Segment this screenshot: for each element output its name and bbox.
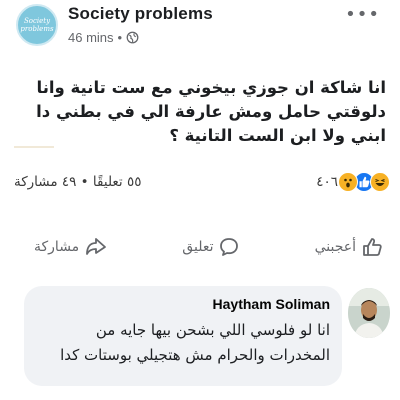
globe-icon — [126, 31, 139, 44]
share-icon — [86, 238, 107, 255]
comment-label: تعليق — [182, 239, 214, 255]
post-text: انا شاكة ان جوزي بيخوني مع ست تانية وانا… — [36, 78, 386, 145]
comment-icon — [220, 238, 239, 256]
commenter-avatar[interactable] — [348, 288, 390, 338]
page-name-link[interactable]: Society problems — [68, 4, 213, 24]
comment-button[interactable]: تعليق — [182, 237, 239, 257]
post-meta: 46 mins • — [68, 30, 139, 45]
reactions-summary[interactable]: ٤٠٦ — [316, 172, 390, 192]
share-label: مشاركة — [34, 239, 80, 255]
reaction-count[interactable]: ٤٠٦ — [316, 174, 338, 190]
comment-text: انا لو فلوسي اللي بشحن بيها جايه من المخ… — [60, 321, 330, 364]
thumbs-up-icon — [363, 238, 382, 256]
avatar-text-line2: problems — [20, 25, 54, 33]
like-button[interactable]: أعجبني — [315, 237, 384, 257]
stats-row: ٥٥ تعليقًا • ٤٩ مشاركة ٤٠٦ — [14, 172, 390, 198]
commenter-name[interactable]: Haytham Soliman — [213, 296, 330, 312]
divider-faint — [14, 146, 54, 148]
haha-icon — [370, 172, 390, 192]
share-button[interactable]: مشاركة — [34, 237, 107, 257]
post-header: Society problems Society problems 46 min… — [6, 2, 394, 58]
page-avatar[interactable]: Society problems — [16, 4, 58, 46]
post-actions: مشاركة تعليق أعجبني — [14, 230, 390, 264]
meta-separator: • — [117, 30, 123, 45]
comments-shares-count[interactable]: ٥٥ تعليقًا • ٤٩ مشاركة — [14, 174, 142, 190]
post-timestamp[interactable]: 46 mins — [68, 30, 114, 45]
like-label: أعجبني — [314, 239, 356, 255]
avatar-text-line1: Society — [23, 17, 51, 25]
person-photo-icon — [348, 288, 390, 338]
comment-bubble: Haytham Soliman انا لو فلوسي اللي بشحن ب… — [24, 286, 342, 386]
wow-icon — [338, 172, 358, 192]
more-options-icon[interactable]: ••• — [345, 4, 380, 25]
